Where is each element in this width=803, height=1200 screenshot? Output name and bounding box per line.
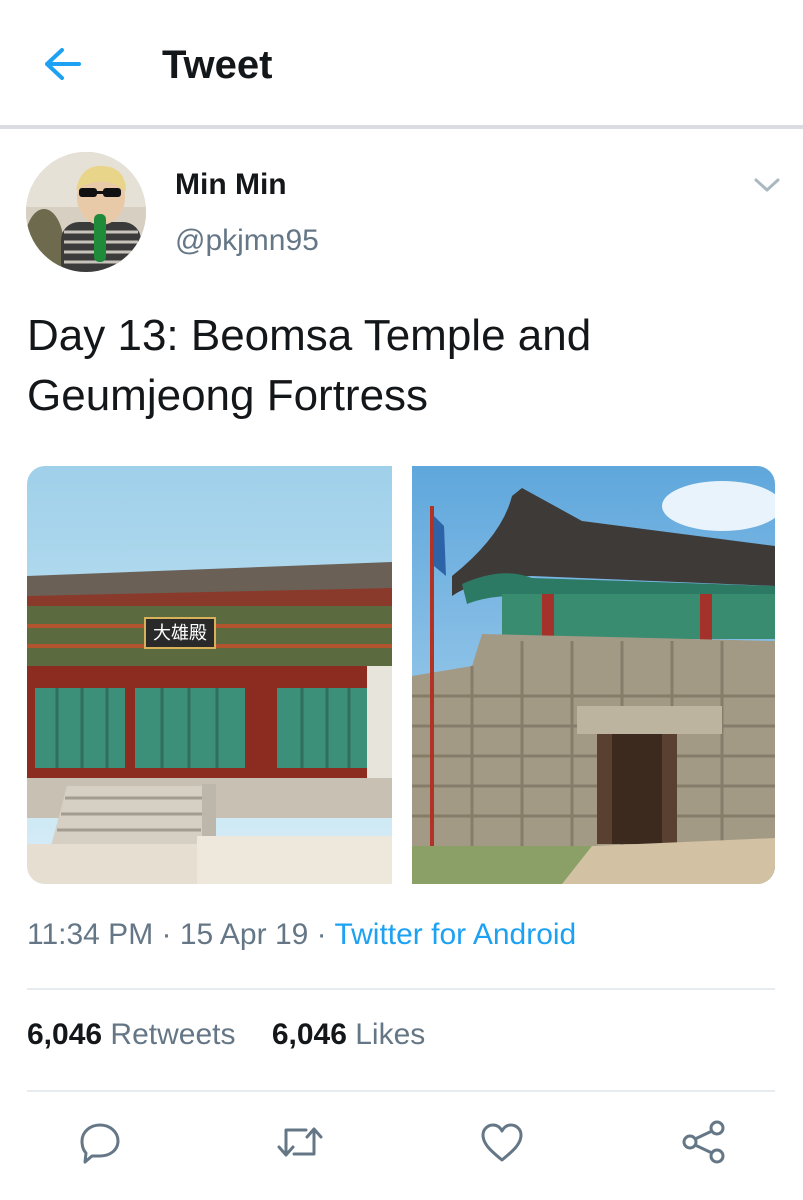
top-bar: Tweet [0, 0, 803, 125]
back-button[interactable] [38, 40, 86, 88]
more-options-button[interactable] [750, 170, 784, 200]
divider [27, 1090, 775, 1092]
likes-count: 6,046 [271, 1018, 347, 1051]
avatar-image [26, 152, 146, 272]
divider [27, 988, 775, 990]
tweet-meta: 11:34 PM · 15 Apr 19 · Twitter for Andro… [27, 918, 576, 952]
likes-stat[interactable]: 6,046 Likes [272, 1018, 425, 1051]
svg-text:大雄殿: 大雄殿 [153, 623, 207, 644]
meta-separator: · [316, 918, 327, 951]
reply-button[interactable] [74, 1116, 126, 1168]
retweet-button[interactable] [274, 1116, 326, 1168]
author-handle[interactable]: @pkjmn95 [175, 224, 319, 258]
media-image-temple[interactable]: 大雄殿 [27, 466, 392, 884]
media-image-fortress[interactable] [412, 466, 775, 884]
avatar[interactable] [26, 152, 146, 272]
reply-icon [80, 1123, 120, 1164]
header-divider [0, 125, 803, 129]
retweets-stat[interactable]: 6,046 Retweets [27, 1018, 235, 1051]
tweet-stats: 6,046 Retweets 6,046 Likes [27, 1018, 453, 1052]
retweets-count: 6,046 [27, 1018, 103, 1051]
fortress-photo [412, 466, 775, 884]
retweet-icon [277, 1127, 323, 1157]
author-display-name[interactable]: Min Min [175, 168, 287, 202]
likes-label: Likes [355, 1018, 426, 1051]
retweets-label: Retweets [110, 1018, 236, 1051]
tweet-source-link[interactable]: Twitter for Android [334, 918, 576, 951]
arrow-left-icon [45, 48, 81, 80]
chevron-down-icon [754, 178, 780, 192]
temple-photo: 大雄殿 [27, 466, 392, 884]
like-button[interactable] [476, 1116, 528, 1168]
page-title: Tweet [162, 43, 273, 87]
tweet-date: 15 Apr 19 [179, 918, 309, 951]
tweet-text: Day 13: Beomsa Temple and Geumjeong Fort… [27, 311, 592, 420]
tweet-time: 11:34 PM [27, 918, 154, 951]
share-icon [682, 1120, 725, 1164]
meta-separator: · [161, 918, 172, 951]
like-icon [481, 1123, 523, 1162]
share-button[interactable] [678, 1116, 730, 1168]
